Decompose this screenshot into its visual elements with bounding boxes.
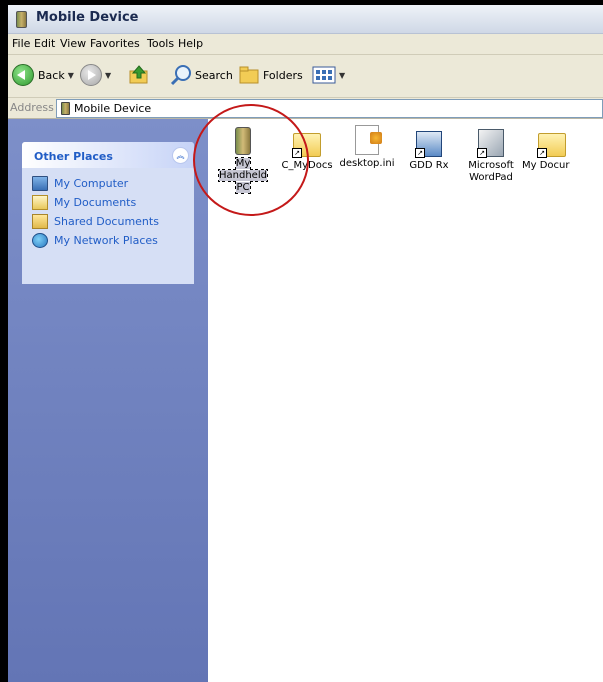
folders-label: Folders (263, 68, 303, 82)
documents-folder-icon (32, 194, 48, 210)
up-folder-icon (129, 65, 148, 84)
back-button[interactable]: Back ▼ (12, 63, 74, 87)
place-label: My Computer (54, 176, 129, 190)
search-label: Search (195, 68, 233, 82)
search-button[interactable]: Search (170, 63, 233, 87)
place-shared-documents[interactable]: Shared Documents (32, 212, 159, 230)
folder-shortcut-icon: ↗ (537, 133, 566, 158)
other-places-header[interactable]: Other Places ︽ (22, 142, 194, 168)
views-button[interactable]: ▼ (312, 63, 345, 87)
place-my-documents[interactable]: My Documents (32, 193, 136, 211)
forward-button[interactable]: ▼ (80, 63, 111, 87)
folders-button[interactable]: Folders (238, 63, 303, 87)
title-bar[interactable]: Mobile Device (8, 5, 603, 34)
file-item-my-documents[interactable]: ↗ My Docur (522, 125, 592, 172)
task-pane: Other Places ︽ My Computer My Documents … (8, 119, 208, 682)
wordpad-shortcut-icon: ↗ (477, 129, 504, 158)
file-item-my-handheld-pc[interactable]: My Handheld PC (212, 125, 274, 194)
window-title: Mobile Device (36, 10, 139, 25)
place-my-computer[interactable]: My Computer (32, 174, 128, 192)
mobile-device-icon (16, 11, 27, 28)
views-icon (312, 66, 336, 84)
forward-dropdown-icon[interactable]: ▼ (105, 71, 111, 80)
app-shortcut-icon: ↗ (415, 131, 442, 158)
address-input[interactable]: Mobile Device (56, 99, 603, 118)
file-list: My Handheld PC ↗ C_MyDocs desktop.ini ↗ … (208, 119, 603, 682)
file-item-microsoft-wordpad[interactable]: ↗ Microsoft WordPad (460, 125, 522, 184)
explorer-window: Mobile Device File Edit View Favorites T… (8, 5, 603, 682)
menu-edit[interactable]: Edit (34, 37, 55, 50)
other-places-panel: Other Places ︽ My Computer My Documents … (22, 142, 194, 284)
place-my-network-places[interactable]: My Network Places (32, 231, 158, 249)
file-label: My Handheld PC (218, 157, 268, 194)
menu-tools[interactable]: Tools (147, 37, 174, 50)
file-label: desktop.ini (339, 158, 395, 169)
folder-shortcut-icon: ↗ (292, 133, 321, 158)
address-value: Mobile Device (74, 102, 152, 115)
file-label: Microsoft WordPad (468, 160, 514, 183)
search-icon (170, 65, 191, 86)
address-label: Address (10, 101, 54, 114)
menu-favorites[interactable]: Favorites (90, 37, 140, 50)
file-label: C_MyDocs (281, 160, 333, 171)
settings-file-icon (355, 125, 382, 155)
back-dropdown-icon[interactable]: ▼ (68, 71, 74, 80)
folders-icon (239, 66, 259, 84)
forward-arrow-icon (80, 64, 102, 86)
file-item-desktop-ini[interactable]: desktop.ini (336, 125, 398, 170)
computer-icon (32, 175, 48, 191)
folder-icon (32, 213, 48, 229)
back-arrow-icon (12, 64, 34, 86)
menu-view[interactable]: View (60, 37, 86, 50)
toolbar: Back ▼ ▼ Search Folders ▼ (8, 55, 603, 98)
file-label: My Docur (522, 160, 570, 171)
handheld-icon (235, 127, 251, 155)
menu-bar: File Edit View Favorites Tools Help (8, 34, 603, 55)
place-label: Shared Documents (54, 214, 159, 228)
up-folder-button[interactable] (128, 63, 150, 87)
back-label: Back (38, 68, 65, 82)
menu-help[interactable]: Help (178, 37, 203, 50)
file-item-c-mydocs[interactable]: ↗ C_MyDocs (276, 125, 338, 172)
file-label: GDD Rx (409, 160, 449, 171)
mobile-device-icon (61, 102, 70, 115)
place-label: My Network Places (54, 233, 158, 247)
file-item-gdd-rx[interactable]: ↗ GDD Rx (398, 125, 460, 172)
panel-title: Other Places (34, 150, 113, 163)
collapse-chevron-icon[interactable]: ︽ (172, 147, 189, 164)
address-bar: Address Mobile Device (8, 98, 603, 119)
menu-file[interactable]: File (12, 37, 30, 50)
network-places-icon (32, 232, 48, 248)
place-label: My Documents (54, 195, 137, 209)
views-dropdown-icon[interactable]: ▼ (339, 71, 345, 80)
